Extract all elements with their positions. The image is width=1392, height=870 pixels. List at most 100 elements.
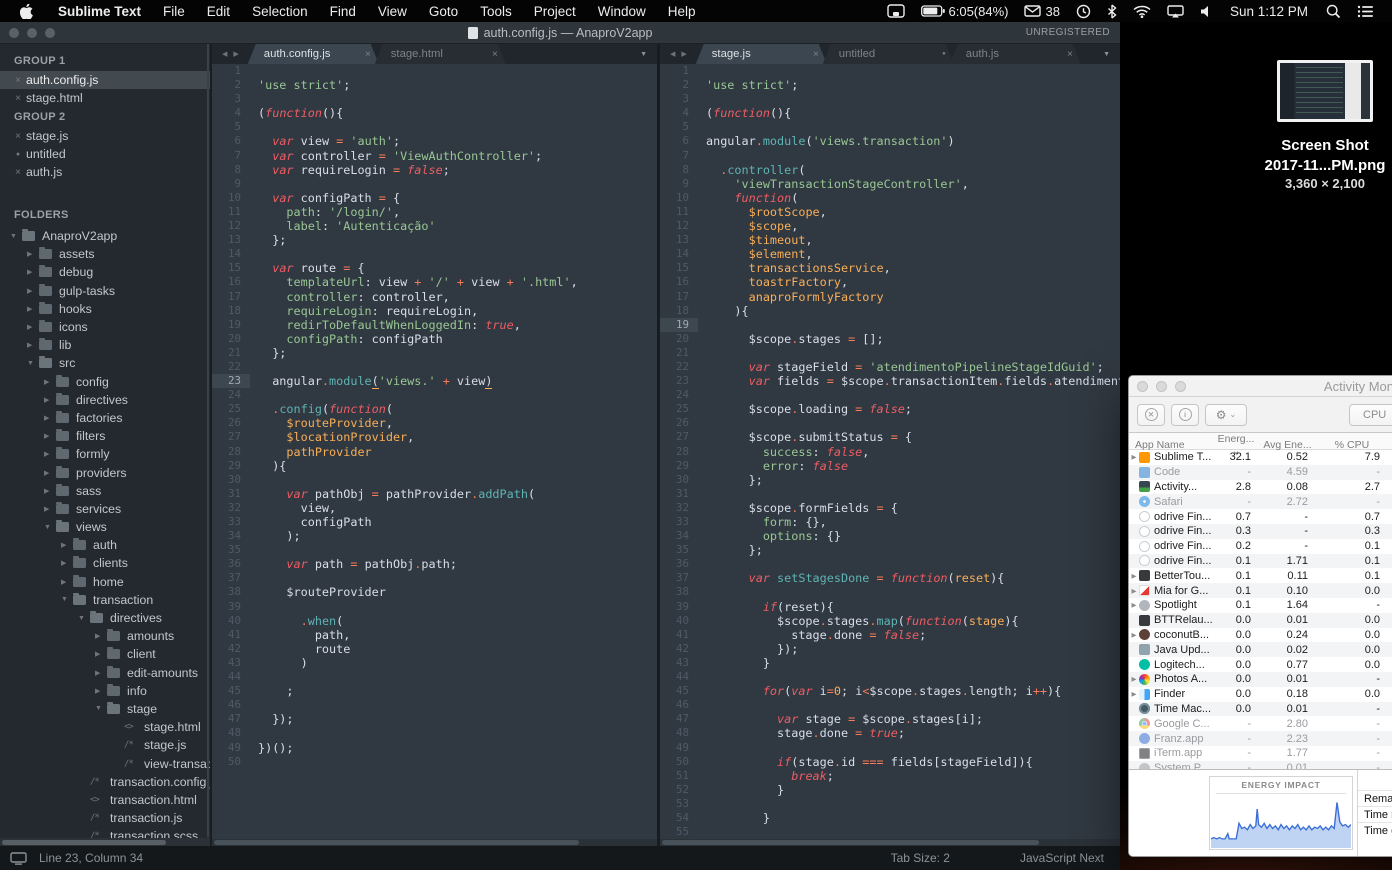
wifi-menu-extra[interactable] <box>1125 5 1159 18</box>
menu-selection[interactable]: Selection <box>241 4 319 19</box>
app-menu-title[interactable]: Sublime Text <box>47 4 152 19</box>
notification-center-icon[interactable] <box>1349 5 1382 18</box>
chevron-down-icon[interactable]: ▼ <box>95 705 107 712</box>
disclosure-triangle-icon[interactable]: ▶ <box>1129 572 1139 580</box>
quit-process-button[interactable]: ✕ <box>1137 404 1165 426</box>
tree-item-transaction-config-js[interactable]: /*transaction.config.js <box>0 773 210 791</box>
tree-item-providers[interactable]: ▶providers <box>0 463 210 481</box>
chevron-right-icon[interactable]: ▶ <box>44 396 56 404</box>
tree-item-info[interactable]: ▶info <box>0 682 210 700</box>
am-process-row[interactable]: ▶Spotlight0.11.64- <box>1129 598 1392 613</box>
menu-bar-clock[interactable]: Sun 1:12 PM <box>1220 4 1318 19</box>
screenshot-desktop-icon[interactable]: Screen Shot 2017-11...PM.png 3,360 × 2,1… <box>1235 60 1392 191</box>
chevron-down-icon[interactable]: ▼ <box>10 233 22 240</box>
am-process-row[interactable]: Java Upd...0.00.020.0 <box>1129 642 1392 657</box>
apple-menu[interactable] <box>12 4 47 19</box>
am-process-row[interactable]: ▶Sublime T...32.10.527.9 <box>1129 450 1392 465</box>
chevron-right-icon[interactable]: ▶ <box>95 650 107 658</box>
chevron-down-icon[interactable]: ▼ <box>27 360 39 367</box>
scrollbar-thumb[interactable] <box>214 840 579 845</box>
tree-item-stage-js[interactable]: /*stage.js <box>0 736 210 754</box>
open-file-item-stage-js[interactable]: ×stage.js <box>0 127 210 145</box>
tab-stage-js[interactable]: stage.js× <box>696 44 827 64</box>
scrollbar-thumb[interactable] <box>662 840 1039 845</box>
chevron-right-icon[interactable]: ▶ <box>61 578 73 586</box>
tree-item-transaction-html[interactable]: <>transaction.html <box>0 791 210 809</box>
tree-item-lib[interactable]: ▶lib <box>0 336 210 354</box>
tab-prev-icon[interactable]: ◀ <box>222 50 227 58</box>
tab-overflow-icon[interactable]: ▼ <box>630 51 657 58</box>
tree-item-directives[interactable]: ▼directives <box>0 609 210 627</box>
am-process-row[interactable]: ▶coconutB...0.00.240.0 <box>1129 628 1392 643</box>
tree-item-icons[interactable]: ▶icons <box>0 318 210 336</box>
close-file-icon[interactable]: × <box>10 131 26 142</box>
am-process-row[interactable]: Activity...2.80.082.7 <box>1129 480 1392 495</box>
bluetooth-menu-extra[interactable] <box>1099 4 1125 19</box>
am-process-row[interactable]: odrive Fin...0.11.710.1 <box>1129 554 1392 569</box>
am-process-row[interactable]: odrive Fin...0.3-0.3 <box>1129 524 1392 539</box>
tree-item-assets[interactable]: ▶assets <box>0 245 210 263</box>
am-process-row[interactable]: Google C...-2.80- <box>1129 716 1392 731</box>
am-process-row[interactable]: Logitech...0.00.770.0 <box>1129 657 1392 672</box>
sidebar-vertical-scrollbar[interactable] <box>207 44 209 837</box>
am-minimize-button[interactable] <box>1156 381 1167 392</box>
time-machine-menu-extra[interactable] <box>1068 4 1099 19</box>
disclosure-triangle-icon[interactable]: ▶ <box>1129 690 1139 698</box>
tree-item-sass[interactable]: ▶sass <box>0 482 210 500</box>
tab-size-selector[interactable]: Tab Size: 2 <box>891 851 950 865</box>
chevron-right-icon[interactable]: ▶ <box>27 323 39 331</box>
tab-auth-js[interactable]: auth.js× <box>950 44 1081 64</box>
tree-item-anaprov2app[interactable]: ▼AnaproV2app <box>0 227 210 245</box>
chevron-down-icon[interactable]: ▼ <box>78 615 90 622</box>
am-process-row[interactable]: iTerm.app-1.77- <box>1129 746 1392 761</box>
tab-untitled[interactable]: untitled● <box>823 44 954 64</box>
am-process-row[interactable]: ▶BetterTou...0.10.110.1 <box>1129 568 1392 583</box>
am-process-row[interactable]: Safari-2.72- <box>1129 494 1392 509</box>
tree-item-hooks[interactable]: ▶hooks <box>0 300 210 318</box>
spotlight-icon[interactable] <box>1318 4 1349 19</box>
settings-dropdown-button[interactable]: ⚙ ⌄ <box>1205 404 1247 426</box>
tree-item-debug[interactable]: ▶debug <box>0 263 210 281</box>
tree-item-view-transaction-stage[interactable]: /*view-transaction-stage <box>0 754 210 772</box>
code-view[interactable]: 1234567891011121314151617181920212223242… <box>660 64 1120 846</box>
menu-edit[interactable]: Edit <box>196 4 241 19</box>
am-column-header-avg-ene[interactable]: Avg Ene... <box>1259 439 1316 451</box>
am-process-row[interactable]: BTTRelau...0.00.010.0 <box>1129 613 1392 628</box>
syntax-selector[interactable]: JavaScript Next <box>1020 851 1104 865</box>
disclosure-triangle-icon[interactable]: ▶ <box>1129 631 1139 639</box>
menu-find[interactable]: Find <box>319 4 367 19</box>
am-process-row[interactable]: Franz.app-2.23- <box>1129 731 1392 746</box>
sidebar-horizontal-scrollbar[interactable] <box>0 838 210 846</box>
tab-close-icon[interactable]: × <box>809 49 819 60</box>
tree-item-src[interactable]: ▼src <box>0 354 210 372</box>
tree-item-auth[interactable]: ▶auth <box>0 536 210 554</box>
menu-window[interactable]: Window <box>587 4 657 19</box>
am-column-header-app-name[interactable]: App Name <box>1129 439 1213 451</box>
zoom-window-button[interactable] <box>45 28 55 38</box>
close-file-icon[interactable]: × <box>10 167 26 178</box>
chevron-right-icon[interactable]: ▶ <box>44 469 56 477</box>
tree-item-transaction-js[interactable]: /*transaction.js <box>0 809 210 827</box>
am-process-row[interactable]: odrive Fin...0.2-0.1 <box>1129 539 1392 554</box>
disclosure-triangle-icon[interactable]: ▶ <box>1129 601 1139 609</box>
tree-item-stage[interactable]: ▼stage <box>0 700 210 718</box>
volume-menu-extra[interactable] <box>1192 5 1220 18</box>
menu-file[interactable]: File <box>152 4 196 19</box>
chevron-right-icon[interactable]: ▶ <box>44 505 56 513</box>
tree-item-edit-amounts[interactable]: ▶edit-amounts <box>0 664 210 682</box>
tree-item-services[interactable]: ▶services <box>0 500 210 518</box>
disclosure-triangle-icon[interactable]: ▶ <box>1129 675 1139 683</box>
chevron-right-icon[interactable]: ▶ <box>44 378 56 386</box>
close-window-button[interactable] <box>9 28 19 38</box>
open-file-item-auth-js[interactable]: ×auth.js <box>0 163 210 181</box>
tab-next-icon[interactable]: ▶ <box>233 50 238 58</box>
tab-overflow-icon[interactable]: ▼ <box>1093 51 1120 58</box>
am-title-bar[interactable]: Activity Monitor <box>1129 376 1392 397</box>
tab-prev-icon[interactable]: ◀ <box>670 50 675 58</box>
tab-modified-dot-icon[interactable]: ● <box>938 51 946 57</box>
am-process-row[interactable]: Code-4.59- <box>1129 465 1392 480</box>
open-file-item-untitled[interactable]: ●untitled <box>0 145 210 163</box>
tree-item-stage-html[interactable]: <>stage.html <box>0 718 210 736</box>
tree-item-formly[interactable]: ▶formly <box>0 445 210 463</box>
chevron-right-icon[interactable]: ▶ <box>27 341 39 349</box>
